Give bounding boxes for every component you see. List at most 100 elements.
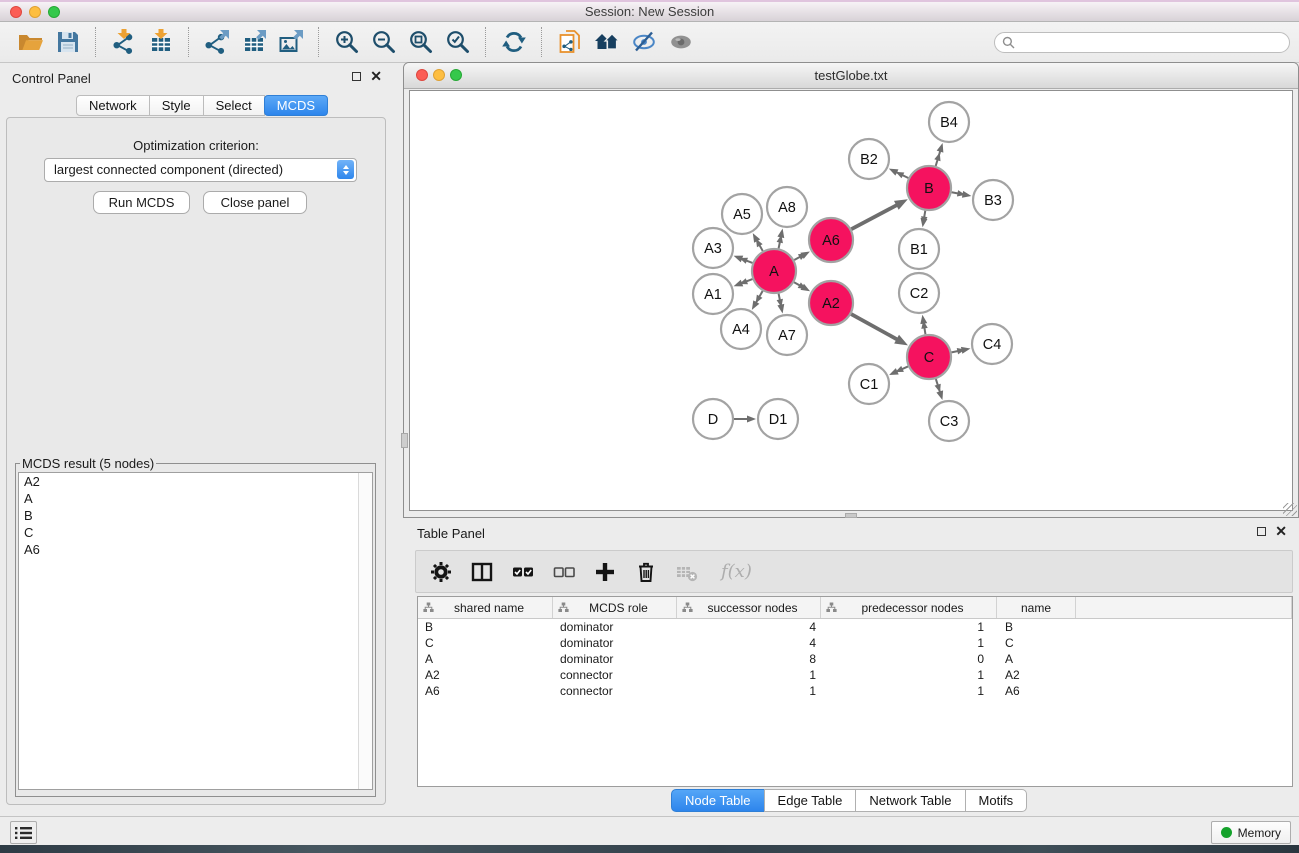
close-panel-icon[interactable]: ✕ <box>1275 526 1287 536</box>
cell-successor-nodes[interactable]: 4 <box>677 635 821 651</box>
table-row[interactable]: A2connector11A2 <box>418 667 1292 683</box>
node-A8[interactable]: A8 <box>767 187 807 227</box>
zoom-selected-button[interactable] <box>444 29 471 56</box>
node-B1[interactable]: B1 <box>899 229 939 269</box>
node-C[interactable]: C <box>907 335 951 379</box>
edge-B-B2[interactable] <box>889 169 908 179</box>
table-row[interactable]: Cdominator41C <box>418 635 1292 651</box>
edge-A-A1[interactable] <box>734 278 753 286</box>
tab-mcds[interactable]: MCDS <box>264 95 328 116</box>
task-history-button[interactable] <box>10 821 37 844</box>
export-image-button[interactable] <box>277 29 304 56</box>
cell-shared-name[interactable]: C <box>418 635 553 651</box>
mcds-result-item[interactable]: A6 <box>19 541 372 558</box>
close-panel-icon[interactable]: ✕ <box>370 71 382 81</box>
open-session-button[interactable] <box>17 29 44 56</box>
cell-name[interactable]: A2 <box>997 667 1076 683</box>
column-header-shared-name[interactable]: shared name <box>418 597 553 618</box>
cell-predecessor-nodes[interactable]: 1 <box>821 619 997 635</box>
cell-mcds-role[interactable]: connector <box>553 667 677 683</box>
cell-successor-nodes[interactable]: 4 <box>677 619 821 635</box>
float-panel-icon[interactable] <box>352 72 361 81</box>
network-vertical-scrollbar[interactable] <box>401 433 408 448</box>
node-C4[interactable]: C4 <box>972 324 1012 364</box>
edge-A-A8[interactable] <box>777 229 785 249</box>
resize-grip[interactable] <box>1283 503 1297 516</box>
edge-A-A4[interactable] <box>752 291 763 310</box>
node-B4[interactable]: B4 <box>929 102 969 142</box>
edge-C-C2[interactable] <box>920 315 927 335</box>
close-window-button[interactable] <box>10 6 22 18</box>
tab-network-table[interactable]: Network Table <box>855 789 965 812</box>
edge-B-B3[interactable] <box>952 190 972 198</box>
refresh-network-button[interactable] <box>500 29 527 56</box>
network-window-titlebar[interactable]: testGlobe.txt <box>404 63 1298 89</box>
column-header-predecessor-nodes[interactable]: predecessor nodes <box>821 597 997 618</box>
node-A5[interactable]: A5 <box>722 194 762 234</box>
node-B3[interactable]: B3 <box>973 180 1013 220</box>
node-A2[interactable]: A2 <box>809 281 853 325</box>
first-neighbors-button[interactable] <box>593 29 620 56</box>
minimize-window-button[interactable] <box>29 6 41 18</box>
tab-network[interactable]: Network <box>76 95 150 116</box>
search-field[interactable] <box>994 32 1290 53</box>
network-zoom-button[interactable] <box>450 69 462 81</box>
cell-shared-name[interactable]: A <box>418 651 553 667</box>
column-header-name[interactable]: name <box>997 597 1076 618</box>
zoom-in-button[interactable] <box>333 29 360 56</box>
columns-button[interactable] <box>471 561 493 583</box>
function-builder-button[interactable]: f(x) <box>721 561 752 582</box>
edge-A-A3[interactable] <box>734 256 753 264</box>
show-all-button[interactable] <box>667 29 694 56</box>
network-close-button[interactable] <box>416 69 428 81</box>
import-table-button[interactable] <box>147 29 174 56</box>
edge-D-D1[interactable] <box>734 416 756 423</box>
mcds-result-list[interactable]: A2ABCA6 <box>18 472 373 790</box>
cell-successor-nodes[interactable]: 8 <box>677 651 821 667</box>
search-input[interactable] <box>1019 35 1269 51</box>
edge-B-B4[interactable] <box>934 143 943 166</box>
float-panel-icon[interactable] <box>1257 527 1266 536</box>
cell-successor-nodes[interactable]: 1 <box>677 683 821 699</box>
result-scrollbar[interactable] <box>358 473 372 789</box>
edge-A2-C[interactable] <box>851 314 908 345</box>
run-mcds-button[interactable]: Run MCDS <box>93 191 190 214</box>
zoom-out-button[interactable] <box>370 29 397 56</box>
column-header-successor-nodes[interactable]: successor nodes <box>677 597 821 618</box>
table-row[interactable]: Adominator80A <box>418 651 1292 667</box>
cell-name[interactable]: A <box>997 651 1076 667</box>
edge-A-A5[interactable] <box>753 233 763 251</box>
cell-mcds-role[interactable]: dominator <box>553 651 677 667</box>
edge-A6-B[interactable] <box>851 199 907 229</box>
cell-mcds-role[interactable]: connector <box>553 683 677 699</box>
node-B2[interactable]: B2 <box>849 139 889 179</box>
tab-motifs[interactable]: Motifs <box>965 789 1028 812</box>
cell-successor-nodes[interactable]: 1 <box>677 667 821 683</box>
table-row[interactable]: A6connector11A6 <box>418 683 1292 699</box>
cell-name[interactable]: B <box>997 619 1076 635</box>
close-panel-button[interactable]: Close panel <box>203 191 307 214</box>
select-all-button[interactable] <box>512 561 534 583</box>
save-session-button[interactable] <box>54 29 81 56</box>
tab-select[interactable]: Select <box>203 95 265 116</box>
cell-mcds-role[interactable]: dominator <box>553 635 677 651</box>
unselect-all-button[interactable] <box>553 561 575 583</box>
node-D1[interactable]: D1 <box>758 399 798 439</box>
add-row-button[interactable] <box>594 561 616 583</box>
edge-A-A6[interactable] <box>794 251 810 260</box>
cell-shared-name[interactable]: A2 <box>418 667 553 683</box>
cell-mcds-role[interactable]: dominator <box>553 619 677 635</box>
delete-table-button[interactable] <box>676 561 698 583</box>
mcds-result-item[interactable]: C <box>19 524 372 541</box>
gear-button[interactable] <box>430 561 452 583</box>
export-network-button[interactable] <box>203 29 230 56</box>
cell-predecessor-nodes[interactable]: 1 <box>821 683 997 699</box>
node-A3[interactable]: A3 <box>693 228 733 268</box>
edge-A-A2[interactable] <box>794 282 810 291</box>
column-header-mcds-role[interactable]: MCDS role <box>553 597 677 618</box>
network-canvas[interactable]: B4B2BB3A5A8A6B1A3AA1C2A2A4A7C4CC1DD1C3 <box>409 90 1293 511</box>
node-A7[interactable]: A7 <box>767 315 807 355</box>
hide-selected-button[interactable] <box>630 29 657 56</box>
delete-row-button[interactable] <box>635 561 657 583</box>
edge-C-C4[interactable] <box>952 347 971 354</box>
